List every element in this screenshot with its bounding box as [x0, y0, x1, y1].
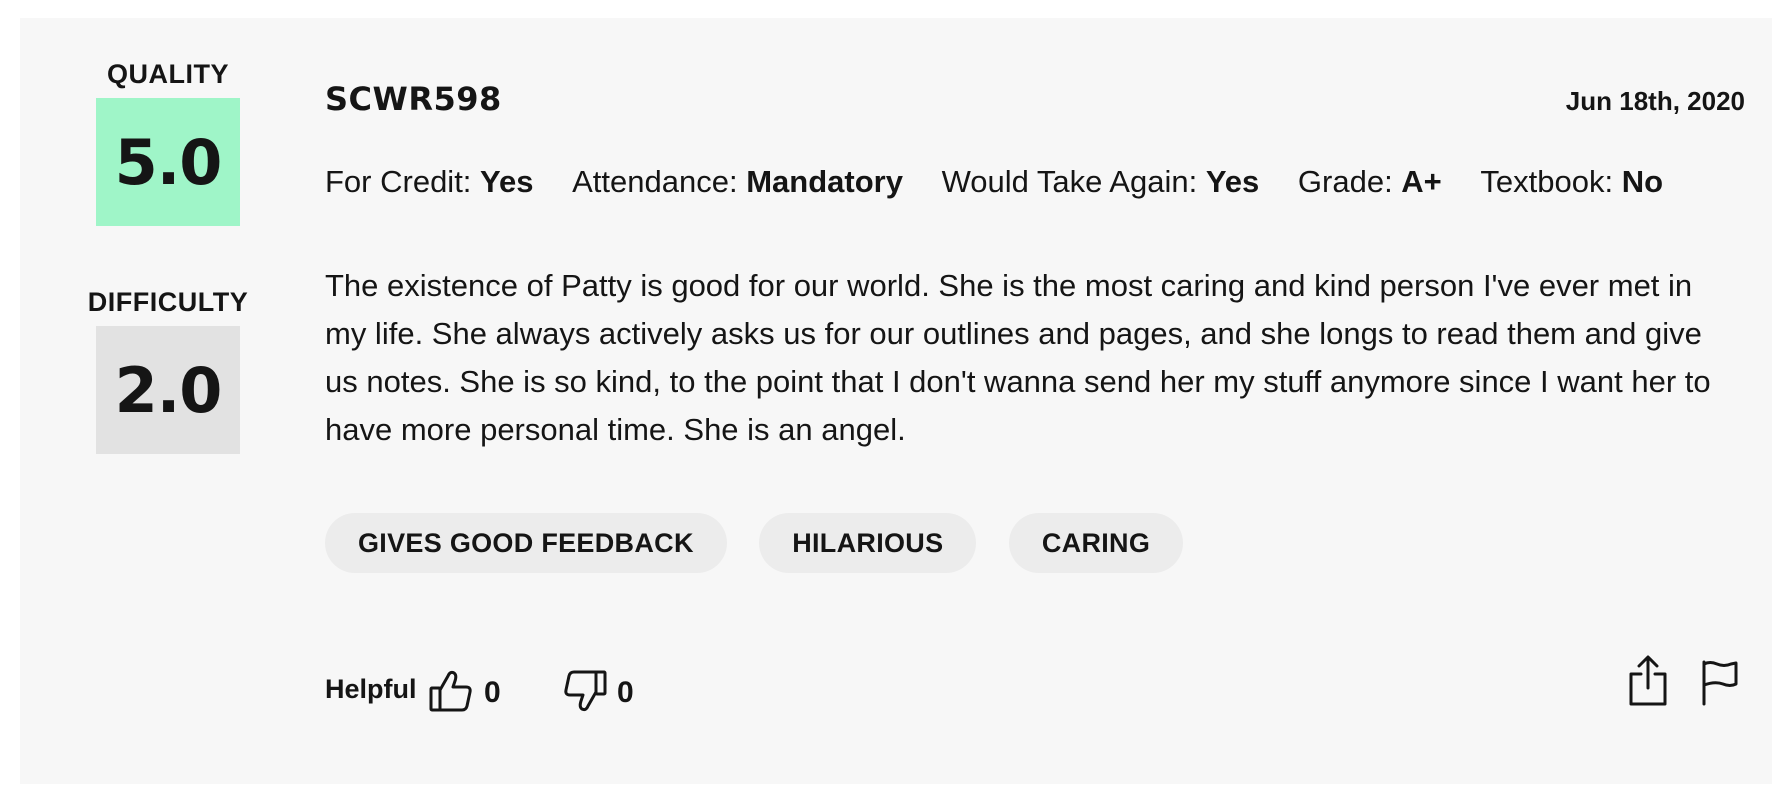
quality-rating: QUALITY 5.0	[60, 56, 276, 226]
helpful-label: Helpful	[325, 674, 417, 704]
thumbs-up-icon	[429, 670, 472, 712]
share-icon	[1629, 655, 1667, 706]
review-comment: The existence of Patty is good for our w…	[325, 268, 1711, 447]
quality-label: QUALITY	[107, 59, 229, 89]
thumbs-up-button[interactable]	[429, 668, 473, 714]
difficulty-label: DIFFICULTY	[87, 287, 249, 317]
meta-value: No	[1621, 164, 1664, 199]
meta-label: Textbook:	[1480, 164, 1622, 199]
thumbs-down-icon	[564, 670, 607, 712]
review-date: Jun 18th, 2020	[1565, 86, 1745, 116]
meta-grade: Grade: A+	[1298, 164, 1442, 200]
flag-icon	[1702, 660, 1738, 706]
thumbs-down-button[interactable]	[563, 668, 607, 714]
meta-for-credit: For Credit: Yes	[325, 164, 533, 200]
meta-value: A+	[1401, 164, 1442, 199]
difficulty-score: 2.0	[96, 326, 240, 454]
review-meta: For Credit: Yes Attendance: Mandatory Wo…	[325, 164, 1693, 200]
quality-score: 5.0	[96, 98, 240, 226]
meta-textbook: Textbook: No	[1480, 164, 1663, 200]
tag: CARING	[1008, 513, 1184, 573]
meta-attendance: Attendance: Mandatory	[572, 164, 903, 200]
meta-value: Mandatory	[746, 164, 903, 199]
meta-label: For Credit:	[325, 164, 481, 199]
report-button[interactable]	[1700, 658, 1740, 706]
difficulty-rating: DIFFICULTY 2.0	[60, 284, 276, 454]
review-body: SCWR598 Jun 18th, 2020 For Credit: Yes A…	[325, 18, 1745, 784]
meta-would-take-again: Would Take Again: Yes	[942, 164, 1260, 200]
meta-label: Grade:	[1297, 164, 1402, 199]
thumbs-down-count: 0	[617, 676, 634, 709]
tag: HILARIOUS	[759, 513, 977, 573]
thumbs-up-count: 0	[484, 676, 501, 709]
course-code: SCWR598	[325, 80, 502, 118]
meta-value: Yes	[480, 164, 534, 199]
tag: GIVES GOOD FEEDBACK	[325, 513, 727, 573]
rating-card: QUALITY 5.0 DIFFICULTY 2.0 SCWR598 Jun 1…	[20, 18, 1772, 784]
tag-list: GIVES GOOD FEEDBACK HILARIOUS CARING	[325, 513, 1211, 573]
meta-value: Yes	[1205, 164, 1260, 199]
meta-label: Would Take Again:	[941, 164, 1206, 199]
meta-label: Attendance:	[572, 164, 747, 199]
review-footer: Helpful 0 0	[325, 655, 1745, 718]
share-button[interactable]	[1627, 654, 1669, 708]
